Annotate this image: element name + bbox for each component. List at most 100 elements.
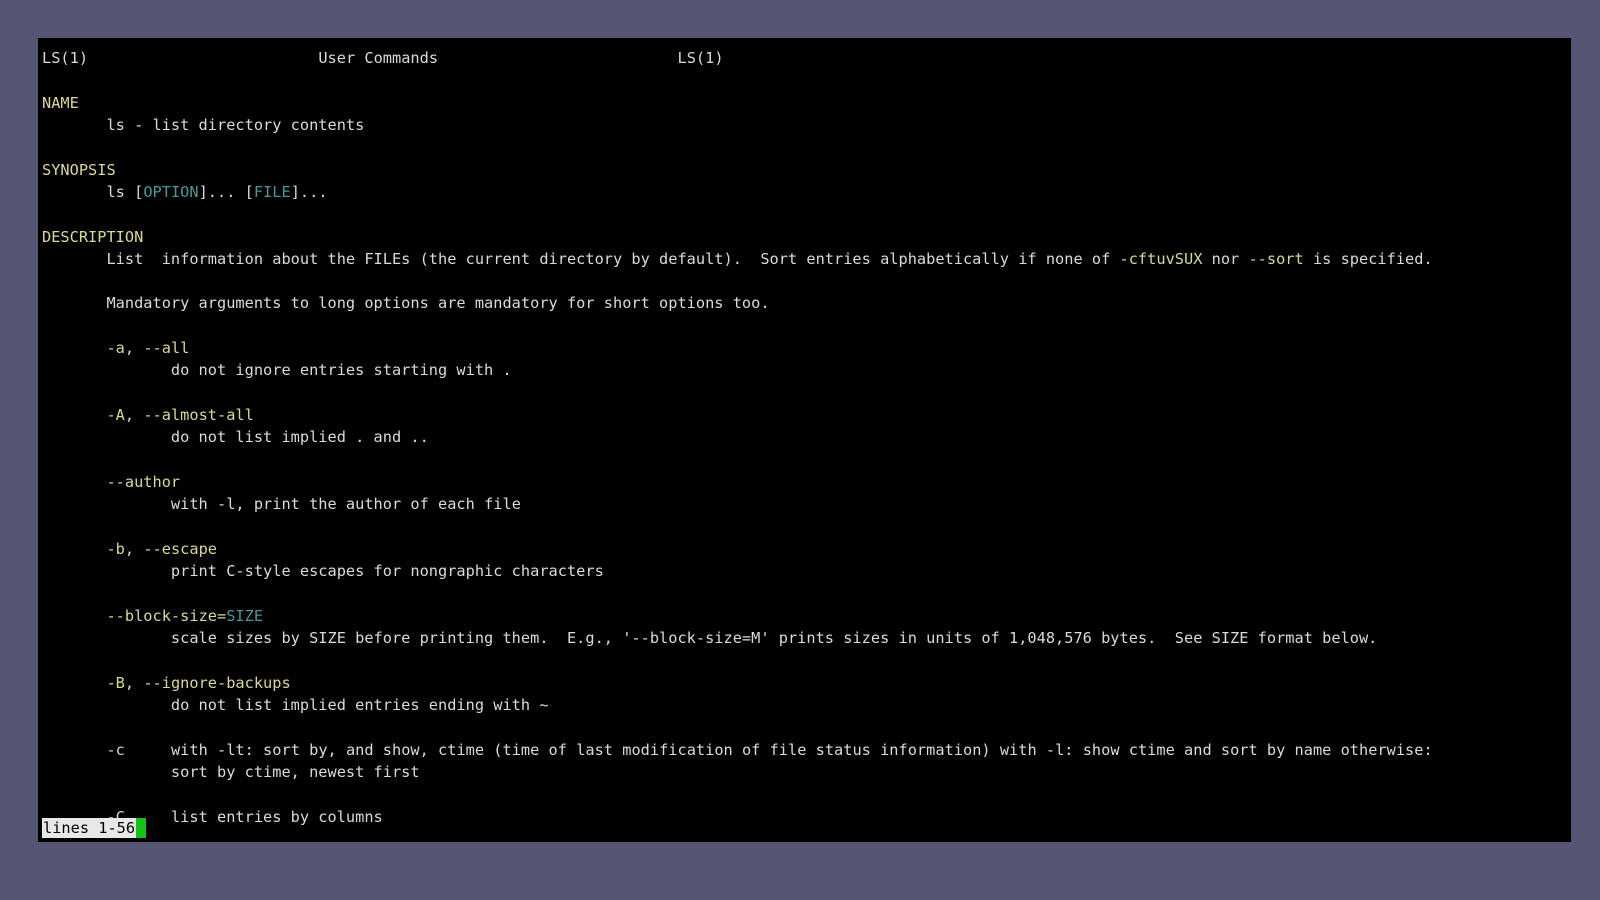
man-line: ls - list directory contents <box>38 114 1571 136</box>
man-line: Mandatory arguments to long options are … <box>38 292 1571 314</box>
man-text-span: -b <box>106 539 125 558</box>
man-line <box>38 382 1571 404</box>
man-text-span: --author <box>106 472 181 491</box>
man-text-span <box>42 607 106 625</box>
man-line: scale sizes by SIZE before printing them… <box>38 627 1571 649</box>
man-text-span: DESCRIPTION <box>42 227 144 246</box>
man-text-span: ]... <box>290 182 328 201</box>
man-text-span: nor <box>1202 249 1249 268</box>
man-text-span: do not ignore entries starting with . <box>42 361 512 380</box>
man-line <box>38 583 1571 605</box>
man-line <box>38 69 1571 91</box>
man-text-span: --ignore-backups <box>143 673 291 692</box>
man-text-span: with <box>124 740 217 759</box>
man-text-span: SYNOPSIS <box>42 160 116 179</box>
man-text-span: -c <box>106 740 125 759</box>
man-text-span: ls [ <box>42 182 144 201</box>
man-text-span: , <box>124 539 144 558</box>
desktop-background: LS(1) User Commands LS(1) NAME ls - list … <box>0 0 1600 900</box>
man-line <box>38 270 1571 292</box>
man-text-span: print C-style escapes for nongraphic cha… <box>42 562 604 581</box>
man-text-span: --escape <box>143 539 217 558</box>
man-text-span: -l <box>216 495 236 514</box>
man-text-span <box>438 49 677 67</box>
man-text-span <box>42 741 106 759</box>
man-text-span: SIZE <box>226 606 264 625</box>
man-text-span: , print the author of each file <box>235 495 521 514</box>
man-text-span: -l <box>1045 740 1065 759</box>
man-line: NAME <box>38 92 1571 114</box>
man-text-span: is specified. <box>1303 249 1433 268</box>
man-pager-viewport[interactable]: LS(1) User Commands LS(1) NAME ls - list … <box>38 38 1571 842</box>
man-line: do not ignore entries starting with . <box>38 359 1571 381</box>
terminal-cursor <box>136 818 147 838</box>
man-text-span: , <box>124 406 144 424</box>
man-text-span: --block-size= <box>106 606 227 625</box>
man-line: DESCRIPTION <box>38 226 1571 248</box>
man-line: -A, --almost-all <box>38 404 1571 426</box>
man-line <box>38 136 1571 158</box>
pager-status-text: lines 1-56 <box>42 818 137 838</box>
man-line: do not list implied . and .. <box>38 426 1571 448</box>
man-text-span <box>42 540 106 558</box>
man-text-span <box>42 674 106 692</box>
man-line: with -l, print the author of each file <box>38 493 1571 515</box>
man-text-span: : show ctime and sort by name otherwise: <box>1064 740 1433 759</box>
man-page-content: LS(1) User Commands LS(1) NAME ls - list … <box>38 47 1571 842</box>
man-text-span: -B <box>106 673 125 692</box>
man-text-span: ]... [ <box>198 182 254 201</box>
man-line <box>38 716 1571 738</box>
man-line: print C-style escapes for nongraphic cha… <box>38 560 1571 582</box>
man-text-span: with <box>42 495 217 514</box>
man-text-span: do not list implied entries ending with … <box>42 696 549 715</box>
man-line <box>38 649 1571 671</box>
man-text-span: --almost-all <box>143 406 254 424</box>
terminal-window[interactable]: LS(1) User Commands LS(1) NAME ls - list … <box>38 38 1571 842</box>
man-text-span <box>42 339 106 357</box>
man-text-span: Mandatory arguments to long options are … <box>42 294 770 313</box>
pager-status-bar[interactable]: lines 1-56 <box>42 818 147 838</box>
man-line: -c with -lt: sort by, and show, ctime (t… <box>38 739 1571 761</box>
man-line: LS(1) User Commands LS(1) <box>38 47 1571 69</box>
man-line <box>38 315 1571 337</box>
man-line: do not list implied entries ending with … <box>38 694 1571 716</box>
man-line <box>38 203 1571 225</box>
man-line: sort by ctime, newest first <box>38 761 1571 783</box>
man-text-span: List information about the FILEs (the cu… <box>42 249 1120 268</box>
man-text-span: : sort by, and show, ctime (time of last… <box>244 740 1046 759</box>
man-line: -b, --escape <box>38 538 1571 560</box>
man-text-span: OPTION <box>143 182 199 201</box>
man-text-span <box>42 473 106 491</box>
man-text-span: do not list implied . and .. <box>42 428 429 447</box>
man-text-span: FILE <box>253 182 291 201</box>
man-line: List information about the FILEs (the cu… <box>38 248 1571 270</box>
man-text-span: NAME <box>42 93 79 112</box>
man-text-span: list entries by columns <box>124 807 383 826</box>
man-text-span: , <box>124 673 144 692</box>
man-line <box>38 828 1571 842</box>
man-line: -a, --all <box>38 337 1571 359</box>
man-line <box>38 516 1571 538</box>
man-text-span: -lt <box>217 740 245 759</box>
man-line: SYNOPSIS <box>38 159 1571 181</box>
man-text-span: LS(1) <box>677 49 724 67</box>
man-line <box>38 449 1571 471</box>
man-line: ls [OPTION]... [FILE]... <box>38 181 1571 203</box>
man-line: --author <box>38 471 1571 493</box>
man-text-span: --sort <box>1248 249 1304 268</box>
man-text-span: -A <box>106 406 125 424</box>
man-text-span: ls - list directory contents <box>42 115 365 134</box>
man-text-span <box>88 49 318 67</box>
man-line <box>38 783 1571 805</box>
man-text-span: -a <box>106 339 125 358</box>
man-text-span: LS(1) <box>42 49 89 67</box>
man-line: -B, --ignore-backups <box>38 672 1571 694</box>
man-text-span: User Commands <box>318 49 439 67</box>
man-text-span <box>42 406 106 424</box>
man-line: --block-size=SIZE <box>38 605 1571 627</box>
man-text-span: scale sizes by SIZE before printing them… <box>42 629 1378 648</box>
man-text-span: sort by ctime, newest first <box>42 763 420 781</box>
man-line: -C list entries by columns <box>38 806 1571 828</box>
man-text-span: , <box>124 339 144 358</box>
man-text-span: --all <box>143 339 190 358</box>
